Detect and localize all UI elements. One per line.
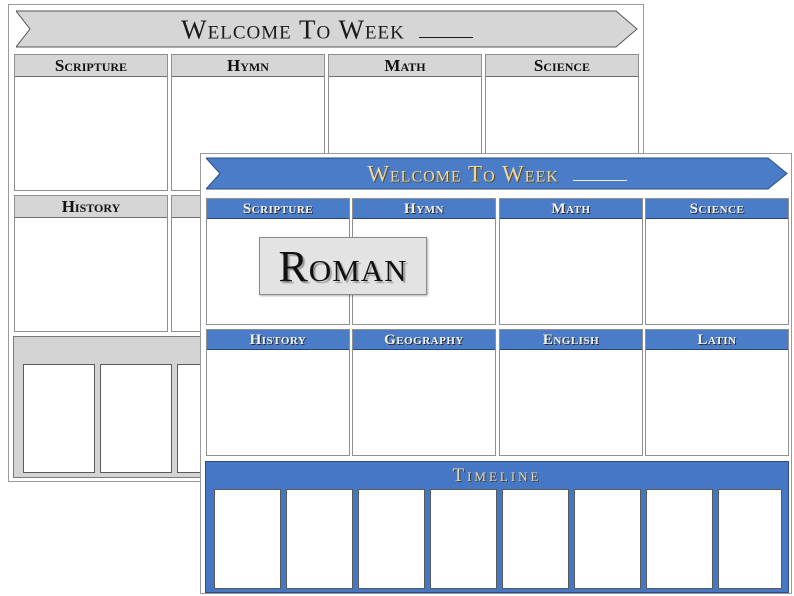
blue-geography-header: Geography	[353, 330, 495, 350]
blue-week-banner: Welcome To Week	[206, 157, 788, 190]
timeline-title: Timeline	[452, 465, 542, 486]
gray-scripture-box: Scripture	[14, 54, 168, 191]
blue-science-box: Science	[645, 198, 789, 325]
blue-timeline-panel: Timeline	[205, 461, 789, 593]
gray-hymn-header: Hymn	[172, 55, 324, 77]
blue-history-header: History	[207, 330, 349, 350]
blue-timeline-slot-6	[574, 489, 641, 589]
gray-week-banner: Welcome To Week	[16, 10, 638, 48]
blue-geography-box: Geography	[352, 329, 496, 456]
gray-week-number-blank	[418, 13, 473, 39]
gray-timeline-slot-1	[23, 364, 95, 473]
blue-math-header: Math	[500, 199, 642, 219]
gray-history-header: History	[15, 196, 167, 218]
blue-timeline-slot-4	[430, 489, 497, 589]
era-label-text: Roman	[278, 241, 408, 291]
blue-banner-title: Welcome To Week	[367, 161, 559, 187]
blue-timeline-slot-7	[646, 489, 713, 589]
gray-math-header: Math	[329, 55, 481, 77]
gray-science-header: Science	[486, 55, 638, 77]
blue-timeline-slot-8	[718, 489, 782, 589]
blue-timeline-slot-5	[502, 489, 569, 589]
blue-timeline-slot-3	[358, 489, 425, 589]
blue-latin-box: Latin	[645, 329, 789, 456]
blue-science-header: Science	[646, 199, 788, 219]
blue-timeline-slot-1	[214, 489, 281, 589]
gray-banner-title: Welcome To Week	[181, 14, 405, 45]
blue-hymn-header: Hymn	[353, 199, 495, 219]
blue-english-box: English	[499, 329, 643, 456]
blue-history-box: History	[206, 329, 350, 456]
blue-latin-header: Latin	[646, 330, 788, 350]
blue-english-header: English	[500, 330, 642, 350]
era-label-card: Roman	[259, 237, 427, 295]
gray-timeline-slot-2	[100, 364, 172, 473]
blue-scripture-header: Scripture	[207, 199, 349, 219]
blue-planner-sheet: Welcome To Week Scripture Hymn Math Scie…	[200, 153, 792, 594]
gray-scripture-header: Scripture	[15, 55, 167, 77]
blue-week-number-blank	[572, 160, 627, 182]
blue-timeline-slot-2	[286, 489, 353, 589]
blue-math-box: Math	[499, 198, 643, 325]
gray-history-box: History	[14, 195, 168, 332]
